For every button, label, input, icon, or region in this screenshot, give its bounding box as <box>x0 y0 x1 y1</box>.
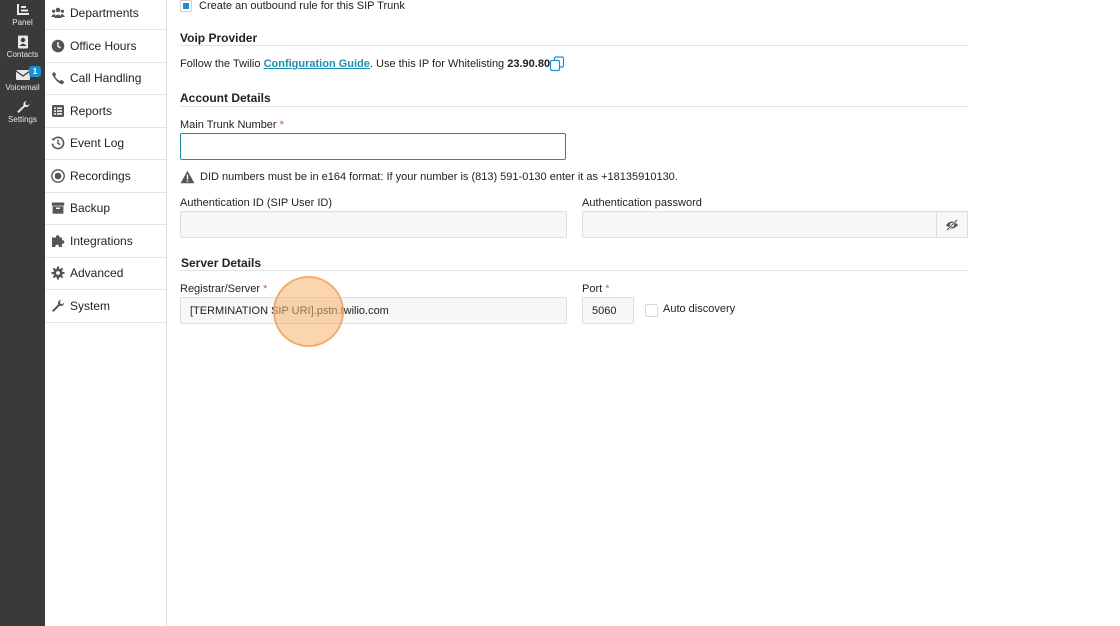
nav-label: Reports <box>70 104 113 118</box>
nav-item-integrations[interactable]: Integrations <box>45 225 166 258</box>
record-icon <box>51 169 65 183</box>
nav-item-system[interactable]: System <box>45 290 166 323</box>
warning-icon <box>180 170 195 189</box>
gear-icon <box>51 266 65 280</box>
nav-item-backup[interactable]: Backup <box>45 192 166 225</box>
nav-label: Office Hours <box>70 39 137 53</box>
clock-icon <box>51 39 65 53</box>
main-trunk-label-text: Main Trunk Number <box>180 119 277 131</box>
voicemail-badge: 1 <box>29 66 41 77</box>
rail-panel[interactable]: Panel <box>0 3 45 27</box>
voip-instructions: Follow the Twilio Configuration Guide. U… <box>180 58 559 70</box>
rail-voicemail-label: Voicemail <box>5 83 40 92</box>
rail-panel-label: Panel <box>12 18 33 27</box>
port-label: Port * <box>582 283 610 295</box>
app-rail: Panel Contacts 1 Voicemail Settings <box>0 0 45 626</box>
toggle-password-visibility-button[interactable] <box>936 211 968 238</box>
eye-slash-icon <box>946 218 958 231</box>
phone-icon <box>51 71 65 85</box>
account-details-title: Account Details <box>180 91 271 105</box>
nav-label: Backup <box>70 201 111 215</box>
rail-voicemail[interactable]: 1 Voicemail <box>0 66 45 92</box>
voip-text-after: . Use this IP for Whitelisting <box>369 58 505 70</box>
nav-label: System <box>70 299 111 313</box>
nav-item-recordings[interactable]: Recordings <box>45 160 166 193</box>
outbound-rule-label[interactable]: Create an outbound rule for this SIP Tru… <box>199 0 405 12</box>
settings-nav: Departments Office Hours Call Handling R… <box>45 0 167 626</box>
auth-id-input[interactable] <box>180 211 567 238</box>
nav-label: Event Log <box>70 136 125 150</box>
section-divider <box>180 45 968 46</box>
port-input[interactable]: 5060 <box>582 297 634 324</box>
list-icon <box>51 104 65 118</box>
voip-text-before: Follow the Twilio <box>180 58 261 70</box>
history-icon <box>51 136 65 150</box>
puzzle-icon <box>51 234 65 248</box>
required-mark: * <box>263 283 268 295</box>
archive-icon <box>51 201 65 215</box>
auto-discovery-checkbox[interactable] <box>645 304 658 317</box>
port-value: 5060 <box>592 304 617 317</box>
main-trunk-label: Main Trunk Number * <box>180 119 284 131</box>
registrar-value: [TERMINATION SIP URI].pstn.twilio.com <box>190 304 389 317</box>
nav-label: Recordings <box>70 169 131 183</box>
nav-label: Advanced <box>70 266 124 280</box>
required-mark: * <box>279 119 284 131</box>
nav-item-advanced[interactable]: Advanced <box>45 257 166 290</box>
auth-password-input[interactable] <box>582 211 937 238</box>
required-mark: * <box>605 283 610 295</box>
auth-id-label: Authentication ID (SIP User ID) <box>180 197 333 209</box>
nav-item-reports[interactable]: Reports <box>45 95 166 128</box>
outbound-rule-checkbox[interactable] <box>180 0 192 12</box>
port-label-text: Port <box>582 283 603 295</box>
nav-item-call-handling[interactable]: Call Handling <box>45 62 166 95</box>
did-format-warning: DID numbers must be in e164 format: If y… <box>200 171 678 183</box>
nav-item-departments[interactable]: Departments <box>45 0 166 30</box>
main-trunk-input[interactable] <box>180 133 566 160</box>
copy-icon[interactable] <box>549 56 565 77</box>
rail-contacts[interactable]: Contacts <box>0 35 45 59</box>
nav-label: Integrations <box>70 234 133 248</box>
rail-settings-label: Settings <box>8 115 37 124</box>
contacts-icon <box>17 35 28 49</box>
people-icon <box>51 6 65 20</box>
voip-provider-title: Voip Provider <box>180 31 258 45</box>
configuration-guide-link[interactable]: Configuration Guide <box>264 58 370 70</box>
rail-settings[interactable]: Settings <box>0 100 45 124</box>
rail-contacts-label: Contacts <box>6 50 39 59</box>
nav-label: Departments <box>70 6 139 20</box>
registrar-label: Registrar/Server * <box>180 283 267 295</box>
registrar-label-text: Registrar/Server <box>180 283 261 295</box>
panel-icon <box>16 4 29 15</box>
auto-discovery-label[interactable]: Auto discovery <box>663 303 735 315</box>
nav-item-event-log[interactable]: Event Log <box>45 127 166 160</box>
section-divider <box>180 106 968 107</box>
registrar-input[interactable]: [TERMINATION SIP URI].pstn.twilio.com <box>180 297 567 324</box>
nav-item-office-hours[interactable]: Office Hours <box>45 30 166 63</box>
auth-password-label: Authentication password <box>582 197 702 209</box>
wrench-icon <box>51 299 65 313</box>
section-divider <box>180 270 968 271</box>
wrench-icon <box>16 101 29 113</box>
server-details-title: Server Details <box>181 256 262 270</box>
nav-label: Call Handling <box>70 71 142 85</box>
